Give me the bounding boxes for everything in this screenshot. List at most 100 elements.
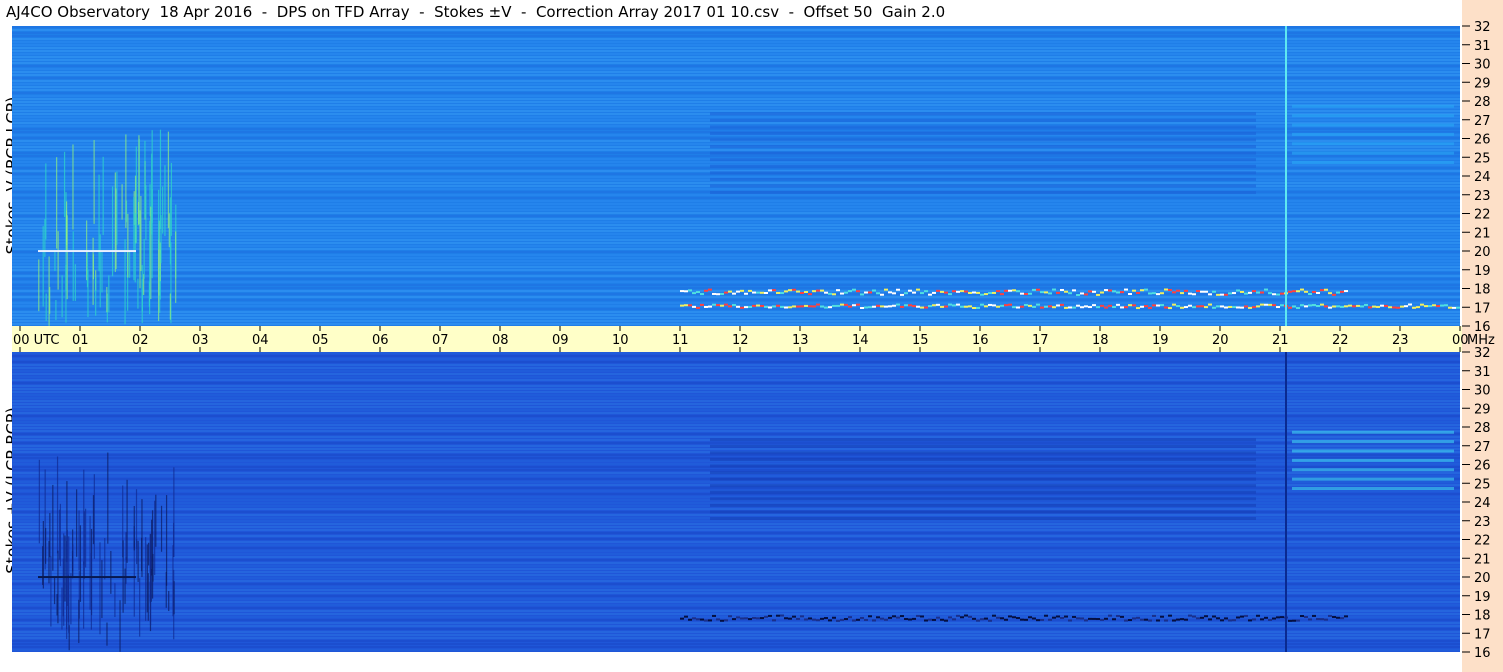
signal-band-segment [1416, 306, 1420, 309]
heatmap-stripe [12, 29, 1460, 31]
heatmap-stripe [12, 68, 1460, 70]
signal-band-segment [720, 304, 724, 307]
burst-streak [99, 234, 101, 308]
signal-band-segment [724, 303, 728, 306]
heatmap-stripe [12, 394, 1460, 396]
signal-band-segment [680, 304, 684, 307]
heatmap-stripe [710, 158, 1256, 162]
signal-band-segment [1032, 305, 1036, 308]
heatmap-stripe [12, 284, 1460, 286]
signal-band-segment [1028, 304, 1032, 307]
signal-band-segment [704, 619, 708, 622]
burst-streak [49, 287, 51, 314]
signal-band-segment [1000, 293, 1004, 296]
signal-band-segment [1272, 617, 1276, 620]
signal-band-segment [1252, 306, 1256, 309]
signal-band-segment [1044, 291, 1048, 294]
signal-band-segment [808, 617, 812, 620]
freq-tick-label: 21 [1474, 226, 1491, 241]
heatmap-stripe [12, 442, 1460, 444]
signal-band-segment [1052, 616, 1056, 619]
burst-streak [139, 578, 141, 637]
signal-band-segment [1056, 615, 1060, 618]
signal-band-segment [728, 305, 732, 308]
heatmap-stripe [12, 215, 1460, 217]
heatmap-stripe [12, 71, 1460, 73]
signal-band-segment [904, 304, 908, 307]
signal-band-segment [1000, 304, 1004, 307]
signal-band-segment [784, 290, 788, 293]
signal-band-segment [696, 306, 700, 309]
signal-band-segment [856, 290, 860, 293]
signal-band-segment [900, 615, 904, 618]
heatmap-stripe [12, 622, 1460, 624]
signal-band-segment [888, 291, 892, 294]
signal-band-segment [976, 306, 980, 309]
heatmap-stripe [12, 430, 1460, 432]
signal-band-segment [1204, 290, 1208, 293]
signal-band-segment [840, 303, 844, 306]
heatmap-stripe [12, 260, 1460, 262]
heatmap-stripe [710, 451, 1256, 455]
heatmap-stripe [12, 625, 1460, 627]
freq-tick-label: 29 [1474, 402, 1491, 417]
signal-band-segment [980, 293, 984, 296]
signal-band-segment [1256, 291, 1260, 294]
heatmap-stripe [12, 550, 1460, 552]
heatmap-stripe [710, 490, 1256, 494]
signal-band-segment [1228, 305, 1232, 308]
burst-streak [52, 484, 54, 571]
signal-band-segment [708, 619, 712, 622]
signal-band-segment [776, 304, 780, 307]
heatmap-stripe [710, 191, 1256, 194]
heatmap-stripe [12, 311, 1460, 313]
signal-band-segment [1076, 304, 1080, 307]
signal-band-segment [964, 305, 968, 308]
signal-band-segment [1260, 618, 1264, 621]
heatmap-stripe [12, 161, 1460, 163]
heatmap-stripe [12, 544, 1460, 546]
signal-band-segment [940, 305, 944, 308]
heatmap-stripe [12, 487, 1460, 489]
signal-band-segment [968, 291, 972, 294]
signal-band-segment [860, 616, 864, 619]
signal-band-segment [1176, 305, 1180, 308]
signal-band-segment [1444, 304, 1448, 307]
signal-band-segment [1248, 619, 1252, 622]
heatmap-stripe [12, 299, 1460, 301]
time-tick-label: 16 [972, 333, 989, 348]
freq-tick-label: 29 [1474, 76, 1491, 91]
signal-band-segment [788, 306, 792, 309]
burst-streak [129, 251, 131, 278]
signal-band-segment [1272, 293, 1276, 296]
signal-band-segment [1156, 293, 1160, 296]
time-tick-label: 14 [852, 333, 869, 348]
signal-band-segment [816, 303, 820, 306]
heatmap-stripe [12, 176, 1460, 178]
signal-band-segment [960, 616, 964, 619]
time-tick-label: 07 [432, 333, 449, 348]
heatmap-stripe [12, 598, 1460, 600]
heatmap-stripe [12, 364, 1460, 366]
burst-streak [93, 140, 95, 224]
heatmap-stripe [12, 391, 1460, 393]
burst-streak [104, 538, 106, 580]
burst-streak [45, 528, 47, 564]
heatmap-stripe [12, 526, 1460, 528]
heatmap-stripe [12, 520, 1460, 522]
heatmap-stripe [12, 427, 1460, 429]
heatmap-stripe [12, 59, 1460, 61]
signal-band-segment [1140, 618, 1144, 621]
signal-band-segment [1072, 306, 1076, 309]
signal-band-segment [1372, 305, 1376, 308]
burst-streak [38, 459, 40, 544]
freq-tick-label: 19 [1474, 590, 1491, 605]
heatmap-stripe [710, 477, 1256, 481]
signal-band-segment [1120, 291, 1124, 294]
signal-band-segment [1156, 619, 1160, 622]
heatmap-stripe [710, 510, 1256, 514]
heatmap-stripe [12, 412, 1460, 414]
signal-band-segment [976, 619, 980, 622]
freq-tick-label: 27 [1474, 114, 1491, 129]
signal-band-segment [892, 615, 896, 618]
